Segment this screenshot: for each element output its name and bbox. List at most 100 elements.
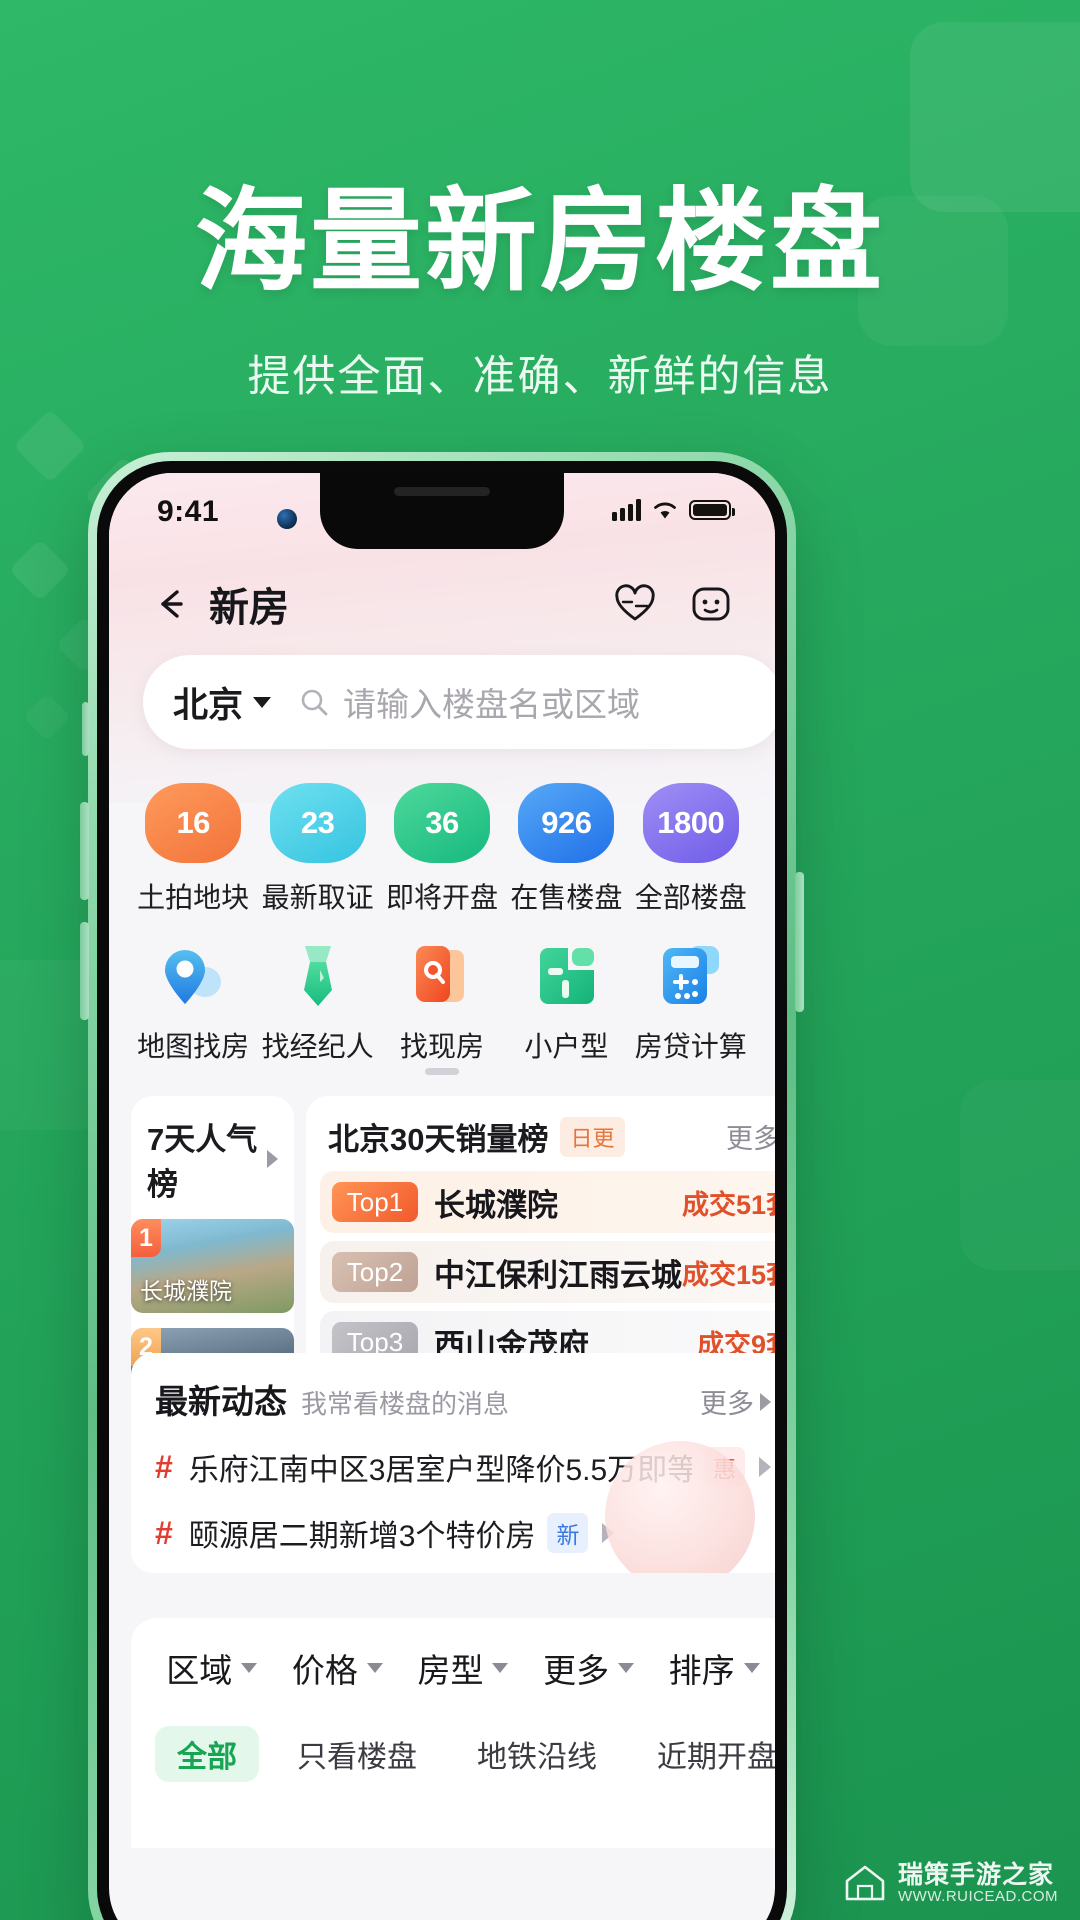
rank-number: 1 — [131, 1219, 161, 1257]
floorplan-icon — [528, 938, 604, 1014]
search-bar[interactable]: 北京 请输入楼盘名或区域 — [143, 655, 775, 749]
search-icon — [299, 687, 329, 717]
count-bubble: 1800 — [642, 783, 739, 863]
city-selector-label[interactable]: 北京 — [173, 677, 243, 728]
tool-item-mortgage-calc[interactable]: 房贷计算 — [631, 938, 751, 1065]
table-row[interactable]: Top1 长城濮院 成交51套 — [320, 1171, 775, 1233]
filter-more[interactable]: 更多 — [543, 1644, 635, 1692]
map-pin-icon — [155, 938, 231, 1014]
deal-count: 成交51套 — [682, 1189, 775, 1220]
chevron-right-icon[interactable] — [267, 1150, 278, 1168]
category-item-on-sale[interactable]: 926 在售楼盘 — [506, 783, 626, 916]
decor-diamond — [22, 692, 72, 742]
decor-rounded-rect — [910, 22, 1080, 212]
category-item-upcoming[interactable]: 36 即将开盘 — [382, 783, 502, 916]
watermark-text: 瑞策手游之家 WWW.RUICEAD.COM — [898, 1861, 1058, 1906]
stats-category-row: 16 土拍地块 23 最新取证 36 即将开盘 926 在售楼盘 1800 全部… — [109, 783, 775, 916]
news-text: 颐源居二期新增3个特价房 — [188, 1520, 536, 1553]
necktie-icon — [280, 938, 356, 1014]
chevron-down-icon[interactable] — [253, 696, 272, 708]
watermark-line2: WWW.RUICEAD.COM — [898, 1887, 1058, 1905]
promo-subtitle: 提供全面、准确、新鲜的信息 — [247, 353, 833, 401]
category-label: 即将开盘 — [385, 882, 498, 913]
sales-rank-more[interactable]: 更多 — [726, 1117, 775, 1156]
popular-rank-title: 7天人气榜 — [147, 1122, 258, 1202]
news-title: 最新动态 — [155, 1383, 287, 1420]
tools-category-row: 地图找房 找经纪人 找现房 小户型 房贷计算 — [109, 938, 775, 1065]
chip-near-metro[interactable]: 地铁沿线 — [455, 1726, 619, 1782]
chevron-down-icon — [492, 1663, 509, 1673]
earpiece-speaker — [394, 487, 490, 496]
tool-label: 找经纪人 — [261, 1031, 374, 1062]
news-more[interactable]: 更多 — [700, 1382, 771, 1421]
page-title: 新房 — [209, 586, 289, 630]
message-icon[interactable] — [687, 580, 735, 628]
tool-item-ready-house[interactable]: 找现房 — [382, 938, 502, 1065]
search-input[interactable]: 请输入楼盘名或区域 — [343, 678, 640, 726]
tool-item-map-search[interactable]: 地图找房 — [133, 938, 253, 1065]
tool-label: 找现房 — [399, 1031, 484, 1062]
table-row[interactable]: Top2 中江保利江雨云城 成交15套 — [320, 1241, 775, 1303]
filter-housetype[interactable]: 房型 — [417, 1644, 509, 1692]
house-icon — [842, 1860, 888, 1906]
project-name: 长城濮院 — [434, 1187, 558, 1223]
carousel-page-indicator[interactable] — [425, 1068, 459, 1075]
chip-recent-opening[interactable]: 近期开盘 — [635, 1726, 775, 1782]
category-item-all[interactable]: 1800 全部楼盘 — [631, 783, 751, 916]
back-arrow-icon[interactable] — [149, 582, 193, 626]
phone-notch — [320, 473, 564, 549]
phone-power-button — [795, 872, 804, 1012]
app-navbar: 新房 — [109, 565, 775, 643]
document-search-icon — [404, 938, 480, 1014]
count-bubble: 36 — [393, 783, 490, 863]
hashtag-icon: # — [155, 1448, 173, 1485]
more-label: 更多 — [700, 1389, 754, 1419]
count-bubble: 16 — [145, 783, 242, 863]
filter-label: 区域 — [166, 1652, 233, 1689]
category-label: 最新取证 — [261, 882, 374, 913]
category-item-new-license[interactable]: 23 最新取证 — [258, 783, 378, 916]
watermark-line1: 瑞策手游之家 — [898, 1860, 1055, 1889]
deal-count: 成交15套 — [682, 1259, 775, 1290]
rank-project-name: 长城濮院 — [140, 1278, 232, 1304]
phone-bezel: 9:41 新房 北京 请输入楼盘名或区域 16 土拍地块 23 最新取证 36 … — [97, 461, 787, 1920]
chevron-down-icon — [241, 1663, 258, 1673]
filter-sort[interactable]: 排序 — [669, 1644, 760, 1692]
promo-headline: 海量新房楼盘 — [195, 179, 885, 304]
category-label: 全部楼盘 — [634, 882, 747, 913]
heart-icon[interactable] — [611, 580, 659, 628]
filter-label: 价格 — [291, 1652, 358, 1689]
project-name: 中江保利江雨云城 — [434, 1257, 682, 1293]
sales-rank-list: Top1 长城濮院 成交51套 Top2 中江保利江雨云城 成交15套 Top3… — [306, 1171, 775, 1373]
chevron-right-icon — [760, 1392, 771, 1411]
phone-mockup: 9:41 新房 北京 请输入楼盘名或区域 16 土拍地块 23 最新取证 36 … — [80, 452, 804, 1920]
cellular-signal-icon — [612, 499, 641, 521]
decor-diamond — [8, 538, 72, 602]
count-bubble: 926 — [518, 783, 615, 863]
chip-all[interactable]: 全部 — [155, 1726, 259, 1782]
tool-item-small-apartment[interactable]: 小户型 — [506, 938, 626, 1065]
chevron-down-icon — [743, 1663, 760, 1673]
filter-price[interactable]: 价格 — [292, 1644, 383, 1692]
chip-projects-only[interactable]: 只看楼盘 — [275, 1726, 439, 1782]
tool-item-find-agent[interactable]: 找经纪人 — [258, 938, 378, 1065]
status-badge: 新 — [547, 1513, 589, 1553]
filter-bar: 区域 价格 房型 更多 排序 全部 只看楼盘 地铁沿线 近期开盘 — [131, 1618, 775, 1848]
popular-rank-thumb[interactable]: 1 长城濮院 — [131, 1219, 294, 1313]
wifi-icon — [652, 500, 678, 520]
category-label: 土拍地块 — [137, 882, 250, 913]
navbar-actions — [611, 580, 735, 628]
filter-dropdowns: 区域 价格 房型 更多 排序 — [131, 1644, 775, 1692]
status-time: 9:41 — [157, 495, 220, 528]
rank-badge: Top1 — [332, 1182, 418, 1222]
tool-label: 地图找房 — [137, 1031, 250, 1062]
phone-volume-down — [80, 922, 89, 1020]
count-bubble: 23 — [269, 783, 366, 863]
tool-label: 小户型 — [524, 1031, 609, 1062]
category-item-land-auction[interactable]: 16 土拍地块 — [133, 783, 253, 916]
latest-news-card: 最新动态 我常看楼盘的消息 更多 # 乐府江南中区3居室户型降价5.5万即等… … — [131, 1353, 775, 1573]
filter-region[interactable]: 区域 — [166, 1644, 258, 1692]
filter-label: 房型 — [417, 1652, 484, 1689]
decor-diamond — [13, 409, 87, 483]
filter-label: 更多 — [543, 1652, 610, 1689]
